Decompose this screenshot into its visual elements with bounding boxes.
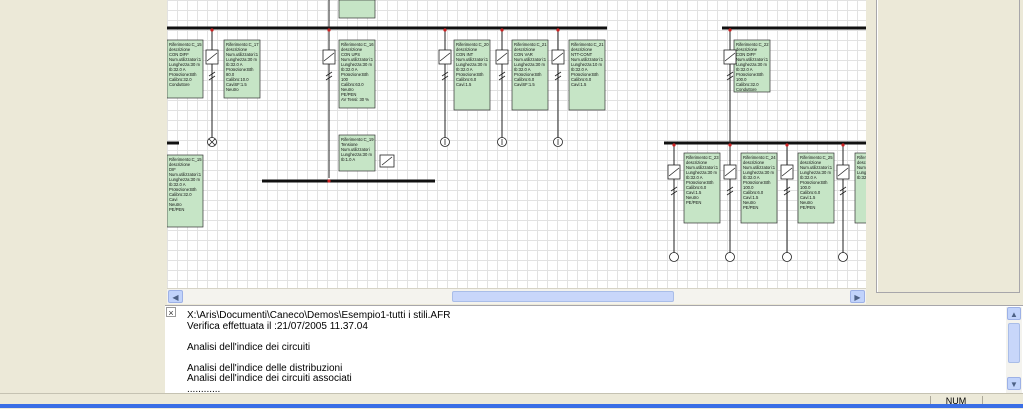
info-block-text: Neutro bbox=[226, 87, 239, 92]
log-line: Analisi dell'indice dei circuiti associa… bbox=[187, 373, 352, 384]
properties-pane bbox=[876, 0, 1020, 293]
log-line: X:\Aris\Documenti\Caneco\Demos\Esempio1-… bbox=[187, 310, 451, 321]
output-window: × X:\Aris\Documenti\Caneco\Demos\Esempio… bbox=[165, 305, 1023, 394]
info-block-text: CaviSF:1.5 bbox=[514, 82, 535, 87]
connection-node bbox=[210, 28, 214, 32]
log-line: Analisi dell'indice dei circuiti bbox=[187, 341, 311, 353]
socket-icon bbox=[838, 252, 848, 262]
vertical-scrollbar[interactable]: ▲ ▼ bbox=[1006, 307, 1022, 393]
horizontal-scroll-thumb[interactable] bbox=[452, 291, 674, 302]
info-block-text: PE/PEN bbox=[686, 200, 701, 205]
info-block-text: Conduttore bbox=[736, 87, 757, 92]
info-block-text: AV Tensi: 30 % bbox=[341, 97, 369, 102]
log-line: Verifica effettuata il :21/07/2005 11.37… bbox=[187, 320, 368, 332]
connection-node bbox=[785, 143, 789, 147]
connection-node bbox=[728, 28, 732, 32]
arrow-down-icon[interactable]: ▼ bbox=[1007, 377, 1021, 390]
info-block-text: PE/PEN bbox=[169, 207, 184, 212]
info-block-text: PE/PEN bbox=[743, 205, 758, 210]
connection-node bbox=[841, 143, 845, 147]
socket-icon bbox=[782, 252, 792, 262]
diagram-canvas[interactable]: Riferimento:C_15 descrizione CON DIFF Num.u… bbox=[167, 0, 866, 288]
info-block-text: Cavi:1.5 bbox=[456, 82, 472, 87]
socket-icon bbox=[669, 252, 679, 262]
connection-node bbox=[500, 28, 504, 32]
single-line-diagram[interactable]: Riferimento:C_15descrizioneCON DIFFNum.u… bbox=[167, 0, 866, 288]
info-block-text: Conduttore bbox=[169, 82, 190, 87]
output-log: X:\Aris\Documenti\Caneco\Demos\Esempio1-… bbox=[187, 310, 451, 395]
connection-node bbox=[556, 28, 560, 32]
connection-node bbox=[327, 179, 331, 183]
info-block-text: Ib:32.0 A bbox=[857, 175, 866, 180]
info-block-text: PE/PEN bbox=[800, 205, 815, 210]
connection-node bbox=[672, 143, 676, 147]
info-block-text: Cavi:1.5 bbox=[571, 82, 587, 87]
arrow-up-icon[interactable]: ▲ bbox=[1007, 307, 1021, 320]
vertical-scroll-thumb[interactable] bbox=[1008, 323, 1020, 363]
left-panel bbox=[0, 0, 165, 393]
connection-node bbox=[728, 143, 732, 147]
horizontal-scrollbar[interactable]: ◀ ▶ bbox=[167, 288, 866, 304]
connection-node bbox=[327, 28, 331, 32]
scroll-left-icon[interactable]: ◀ bbox=[168, 290, 183, 303]
info-block bbox=[338, 0, 376, 19]
scroll-right-icon[interactable]: ▶ bbox=[850, 290, 865, 303]
right-side-panel bbox=[866, 0, 1023, 303]
info-block-text: Ib:1.0 A bbox=[341, 157, 355, 162]
connection-node bbox=[443, 28, 447, 32]
close-x-icon[interactable]: × bbox=[166, 307, 176, 318]
taskbar-edge bbox=[0, 404, 1023, 408]
socket-icon bbox=[725, 252, 735, 262]
